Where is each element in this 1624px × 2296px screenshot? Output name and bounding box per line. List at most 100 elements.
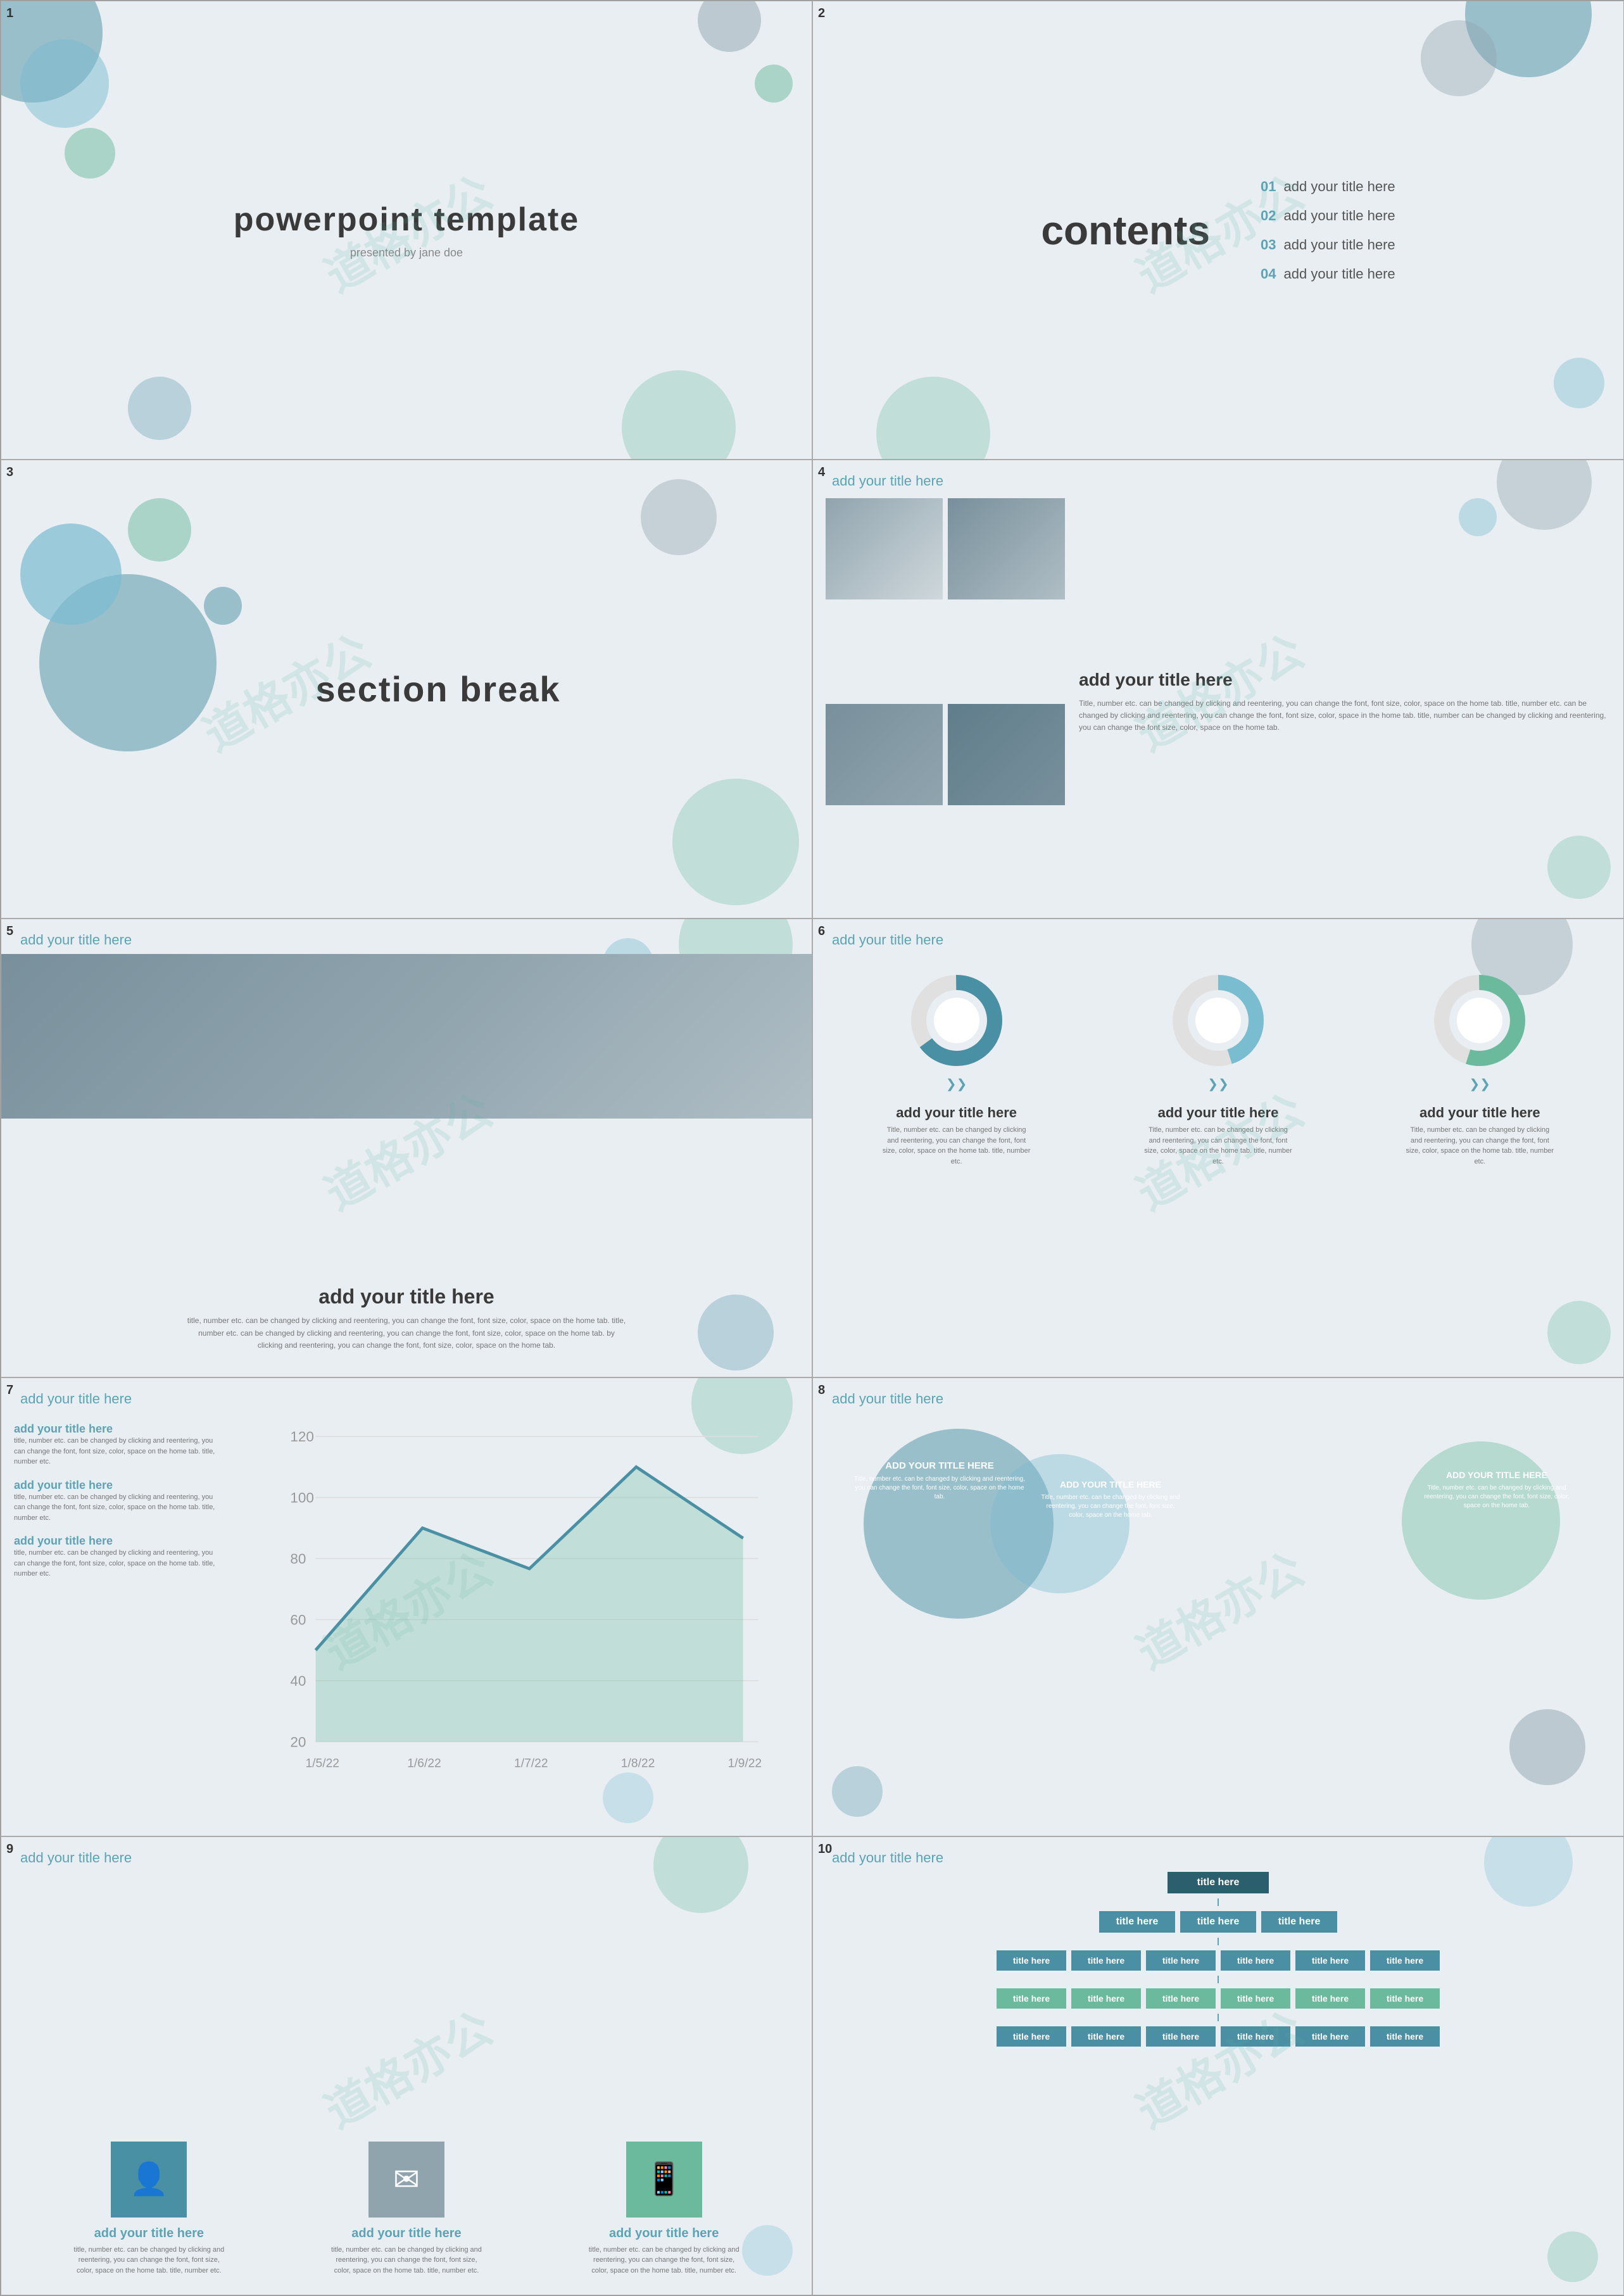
slide-5-title: add your title here [20,932,132,948]
contents-item-2: 02add your title here [1261,208,1395,224]
org-box-4-3: title here [1146,2026,1216,2047]
org-row-1: title here title here title here [1099,1911,1337,1933]
watermark: 道格亦公 [1123,1533,1314,1681]
org-box-3-5: title here [1295,1988,1365,2009]
bubble-deco [672,779,799,905]
slide-number-10: 10 [818,1842,832,1857]
slide-4-title: add your title here [832,473,943,489]
bubble-text-3: ADD YOUR TITLE HERE Title, number etc. c… [1421,1470,1573,1510]
slide-4-content-title: add your title here [1079,670,1611,690]
bubble-deco [20,39,109,128]
contents-item-3: 03add your title here [1261,237,1395,253]
icon-box-1: 👤 [111,2142,187,2218]
org-row-4: title here title here title here title h… [997,2026,1440,2047]
org-box-2-2: title here [1071,1950,1141,1971]
section-break-text: section break [315,668,560,710]
chart-3-label: add your title here [1419,1105,1540,1121]
chart-1-body: Title, number etc. can be changed by cli… [881,1125,1033,1167]
img-2 [948,498,1065,599]
bubble-deco [128,377,191,440]
slide-10: 10 道格亦公 add your title here title here t… [812,1836,1624,2295]
icon-2-title: add your title here [351,2226,461,2241]
bubble-deco [1554,358,1604,408]
icon-box-2: ✉ [368,2142,444,2218]
bubble-deco [755,65,793,103]
org-box-4-1: title here [997,2026,1066,2047]
org-box-3-6: title here [1370,1988,1440,2009]
slide-number-4: 4 [818,465,825,480]
slide-grid: 1 道格亦公 powerpoint template presented by … [0,0,1624,2296]
slide-9: 9 道格亦公 add your title here 👤 add your ti… [1,1836,812,2295]
slide-7: 7 道格亦公 add your title here add your titl… [1,1377,812,1836]
slide-number-3: 3 [6,465,13,480]
slide-number-8: 8 [818,1383,825,1398]
slide-1: 1 道格亦公 powerpoint template presented by … [1,1,812,460]
bubble-deco [1509,1709,1585,1785]
slide-number-6: 6 [818,924,825,939]
svg-text:100: 100 [290,1490,314,1506]
text-item-1-body: title, number etc. can be changed by cli… [14,1436,217,1467]
bubble-text-1: ADD YOUR TITLE HERE Title, number etc. c… [851,1460,1028,1502]
bubble-main-3 [1402,1441,1560,1600]
slide-3: 3 道格亦公 section break [1,460,812,919]
slide-number-2: 2 [818,6,825,21]
slide-2: 2 道格亦公 contents 01add your title here 02… [812,1,1624,460]
org-row-root: title here [1168,1872,1269,1893]
icon-box-3: 📱 [626,2142,702,2218]
bubble-deco [204,587,242,625]
watermark: 道格亦公 [311,1992,502,2140]
org-box-2-6: title here [1370,1950,1440,1971]
text-item-1-title: add your title here [14,1422,217,1436]
icon-item-3: 📱 add your title here title, number etc.… [585,2142,743,2276]
bubble-deco [20,524,122,625]
slide-4: 4 道格亦公 add your title here add your titl… [812,460,1624,919]
chart-2-label: add your title here [1158,1105,1279,1121]
slide-4-content-body: Title, number etc. can be changed by cli… [1079,698,1611,734]
img-1 [826,498,943,599]
org-box-1-1: title here [1099,1911,1175,1933]
bubble-deco [65,128,115,179]
icon-3-body: title, number etc. can be changed by cli… [585,2245,743,2276]
slide-9-title: add your title here [20,1850,132,1866]
slide-6-charts: ❯❯ add your title here Title, number etc… [826,957,1611,1364]
org-box-4-4: title here [1221,2026,1290,2047]
org-connector [1218,1976,1219,1983]
slide-5-bottom: add your title here title, number etc. c… [1,1285,812,1352]
slide-7-chart: 120 100 80 60 40 20 [229,1416,799,1823]
slide-8-title: add your title here [832,1391,943,1407]
icon-item-2: ✉ add your title here title, number etc.… [327,2142,486,2276]
bubble-text-2: ADD YOUR TITLE HERE Title, number etc. c… [1041,1479,1180,1520]
slide-5-content-title: add your title here [1,1285,812,1308]
chart-3-body: Title, number etc. can be changed by cli… [1404,1125,1556,1167]
org-chart: title here title here title here title h… [826,1872,1611,2282]
donut-1 [906,970,1007,1071]
bubble-deco [641,479,717,555]
slide-7-content: add your title here title, number etc. c… [14,1416,799,1823]
slide-5: 5 道格亦公 add your title here add your titl… [1,919,812,1377]
svg-text:60: 60 [290,1612,306,1628]
slide-5-content-body: title, number etc. can be changed by cli… [185,1315,628,1352]
donut-3 [1429,970,1530,1071]
img-4 [948,704,1065,805]
slide-1-subtitle: presented by jane doe [234,246,579,260]
text-item-2-title: add your title here [14,1479,217,1492]
chevron-icon-3: ❯❯ [1470,1076,1491,1092]
icon-3-title: add your title here [609,2226,719,2241]
chart-item-2: ❯❯ add your title here Title, number etc… [1142,970,1294,1167]
text-item-3-title: add your title here [14,1534,217,1548]
org-connector [1218,1898,1219,1906]
slide-9-icons: 👤 add your title here title, number etc.… [20,2142,793,2276]
chart-2-body: Title, number etc. can be changed by cli… [1142,1125,1294,1167]
slide-10-title: add your title here [832,1850,943,1866]
org-box-4-2: title here [1071,2026,1141,2047]
slide-6-title: add your title here [832,932,943,948]
slide-4-images [826,498,1066,905]
text-item-2: add your title here title, number etc. c… [14,1479,217,1524]
slide-number-1: 1 [6,6,13,21]
chevron-icon-2: ❯❯ [1207,1076,1229,1092]
icon-2-body: title, number etc. can be changed by cli… [327,2245,486,2276]
img-3 [826,704,943,805]
chart-item-1: ❯❯ add your title here Title, number etc… [881,970,1033,1167]
slide-number-9: 9 [6,1842,13,1857]
bubble-deco [653,1836,748,1913]
